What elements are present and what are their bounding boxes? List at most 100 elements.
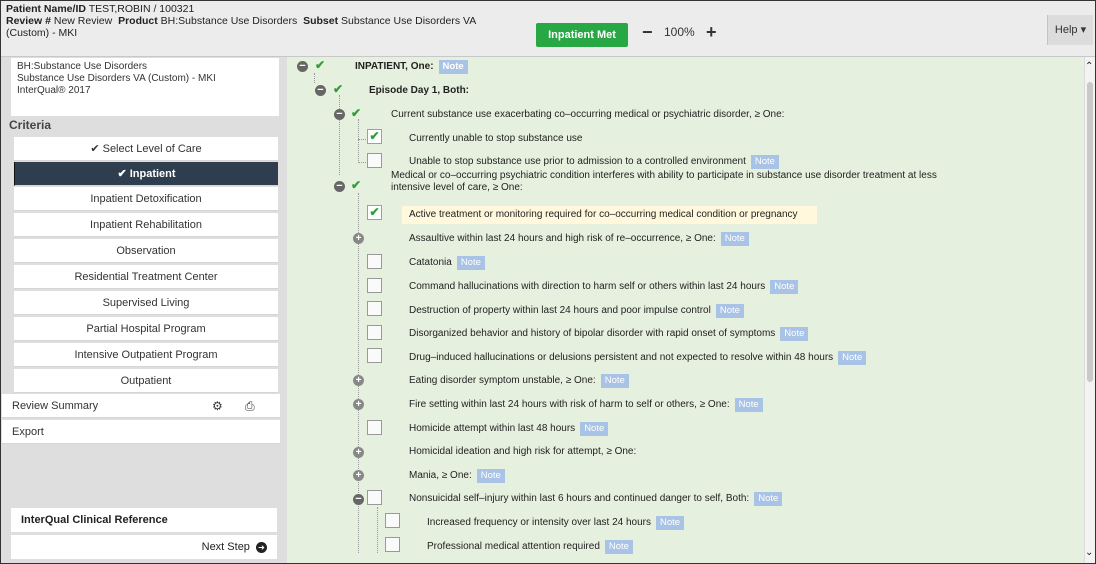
level-intensive-outpatient-program[interactable]: Intensive Outpatient Program — [14, 343, 278, 367]
review-value: New Review — [53, 15, 113, 27]
patient-label: Patient Name/ID — [6, 3, 86, 15]
review-info: Patient Name/ID TEST,ROBIN / 100321 Revi… — [6, 3, 541, 39]
criteria-checkbox[interactable] — [367, 420, 382, 435]
note-button[interactable]: Note — [754, 492, 783, 506]
subset-summary: BH:Substance Use Disorders Substance Use… — [11, 58, 279, 116]
left-panel: BH:Substance Use Disorders Substance Use… — [1, 57, 287, 563]
collapse-icon[interactable]: − — [334, 109, 345, 120]
note-button[interactable]: Note — [770, 280, 799, 294]
clinical-reference-button[interactable]: InterQual Clinical Reference — [11, 508, 277, 532]
chevron-up-icon[interactable]: ⌃ — [1085, 61, 1093, 72]
subset-line: Substance Use Disorders VA (Custom) - MK… — [17, 73, 216, 84]
level-inpatient[interactable]: ✔ Inpatient — [14, 162, 278, 186]
criteria-checkbox[interactable] — [385, 537, 400, 552]
export-label: Export — [12, 426, 44, 438]
criteria-checkbox[interactable] — [367, 490, 382, 505]
checkmark-icon: ✔ — [333, 82, 344, 96]
level-residential-treatment-center[interactable]: Residential Treatment Center — [14, 265, 278, 289]
subset-value: Substance Use Disorders VA — [341, 15, 477, 27]
criteria-row: Increased frequency or intensity over la… — [427, 514, 685, 532]
criteria-row: Destruction of property within last 24 h… — [409, 302, 744, 320]
criteria-checkbox[interactable] — [367, 325, 382, 340]
review-summary-label: Review Summary — [12, 400, 99, 412]
criteria-row: Professional medical attention required N… — [427, 538, 633, 556]
criteria-row: Mania, ≥ One: Note — [409, 467, 505, 485]
note-button[interactable]: Note — [734, 398, 763, 412]
criteria-checkbox[interactable]: ✔ — [367, 129, 382, 144]
criteria-row: Medical or co–occurring psychiatric cond… — [391, 170, 937, 193]
chevron-down-icon[interactable]: ⌄ — [1085, 547, 1093, 558]
review-header: Patient Name/ID TEST,ROBIN / 100321 Revi… — [1, 1, 1095, 57]
criteria-checkbox[interactable]: ✔ — [367, 205, 382, 220]
note-button[interactable]: Note — [780, 327, 809, 341]
note-button[interactable]: Note — [476, 469, 505, 483]
tree-line — [339, 95, 340, 175]
export-row[interactable]: Export — [2, 420, 280, 444]
note-button[interactable]: Note — [720, 232, 749, 246]
expand-icon[interactable]: + — [353, 375, 364, 386]
criteria-row: Currently unable to stop substance use — [409, 133, 583, 144]
criteria-row: Homicide attempt within last 48 hours Not… — [409, 420, 609, 438]
print-icon[interactable]: ⎙ — [245, 394, 255, 418]
note-button[interactable]: Note — [438, 60, 468, 74]
tree-line — [314, 73, 315, 83]
criteria-row: Catatonia Note — [409, 254, 485, 272]
collapse-icon[interactable]: − — [353, 494, 364, 505]
criteria-checkbox[interactable] — [367, 301, 382, 316]
product-value: BH:Substance Use Disorders — [160, 15, 298, 27]
criteria-tree: − ✔ INPATIENT, One: Note − ✔ Episode Day … — [287, 57, 1084, 563]
note-button[interactable]: Note — [604, 540, 633, 554]
gear-icon[interactable]: ⚙ — [212, 394, 223, 418]
level-inpatient-rehabilitation[interactable]: Inpatient Rehabilitation — [14, 213, 278, 237]
collapse-icon[interactable]: − — [297, 61, 308, 72]
next-step-button[interactable]: Next Step ➜ — [11, 535, 277, 559]
expand-icon[interactable]: + — [353, 399, 364, 410]
criteria-row: Disorganized behavior and history of bip… — [409, 325, 809, 343]
note-button[interactable]: Note — [750, 155, 779, 169]
note-button[interactable]: Note — [456, 256, 485, 270]
criteria-row: Fire setting within last 24 hours with r… — [409, 396, 763, 414]
criteria-heading: Criteria — [9, 118, 52, 132]
checkmark-icon: ✔ — [315, 58, 326, 72]
product-label: Product — [118, 15, 158, 27]
criteria-checkbox[interactable] — [367, 153, 382, 168]
criteria-checkbox[interactable] — [385, 513, 400, 528]
help-menu-button[interactable]: Help ▾ — [1047, 15, 1093, 45]
subset-label: Subset — [303, 15, 339, 27]
zoom-in-button[interactable]: + — [706, 21, 717, 43]
subset-line: InterQual® 2017 — [17, 85, 91, 96]
level-outpatient[interactable]: Outpatient — [14, 369, 278, 393]
note-button[interactable]: Note — [580, 422, 609, 436]
note-button[interactable]: Note — [715, 304, 744, 318]
level-inpatient-detoxification[interactable]: Inpatient Detoxification — [14, 187, 278, 211]
note-button[interactable]: Note — [838, 351, 867, 365]
select-level-of-care[interactable]: ✔ Select Level of Care — [14, 137, 278, 161]
vertical-scrollbar[interactable]: ⌃ ⌄ — [1084, 57, 1095, 563]
zoom-out-button[interactable]: − — [642, 21, 653, 43]
expand-icon[interactable]: + — [353, 233, 364, 244]
criteria-checkbox[interactable] — [367, 348, 382, 363]
criteria-row: Unable to stop substance use prior to ad… — [409, 153, 779, 171]
level-partial-hospital-program[interactable]: Partial Hospital Program — [14, 317, 278, 341]
zoom-control: − 100% + — [636, 21, 728, 47]
collapse-icon[interactable]: − — [334, 181, 345, 192]
patient-value: TEST,ROBIN / 100321 — [88, 3, 195, 15]
zoom-level: 100% — [664, 25, 695, 39]
criteria-row: Drug–induced hallucinations or delusions… — [409, 349, 867, 367]
criteria-checkbox[interactable] — [367, 278, 382, 293]
scrollbar-thumb[interactable] — [1087, 82, 1093, 382]
subset-value-continued: (Custom) - MKI — [6, 27, 78, 39]
inpatient-met-button[interactable]: Inpatient Met — [536, 23, 628, 47]
criteria-row: Episode Day 1, Both: — [369, 85, 470, 96]
collapse-icon[interactable]: − — [315, 85, 326, 96]
note-button[interactable]: Note — [656, 516, 685, 530]
review-summary-row[interactable]: Review Summary ⚙ ⎙ — [2, 394, 280, 418]
criteria-row: INPATIENT, One: Note — [355, 58, 468, 76]
note-button[interactable]: Note — [600, 374, 629, 388]
expand-icon[interactable]: + — [353, 470, 364, 481]
level-supervised-living[interactable]: Supervised Living — [14, 291, 278, 315]
criteria-row: Active treatment or monitoring required … — [402, 206, 817, 224]
expand-icon[interactable]: + — [353, 447, 364, 458]
criteria-checkbox[interactable] — [367, 254, 382, 269]
level-observation[interactable]: Observation — [14, 239, 278, 263]
